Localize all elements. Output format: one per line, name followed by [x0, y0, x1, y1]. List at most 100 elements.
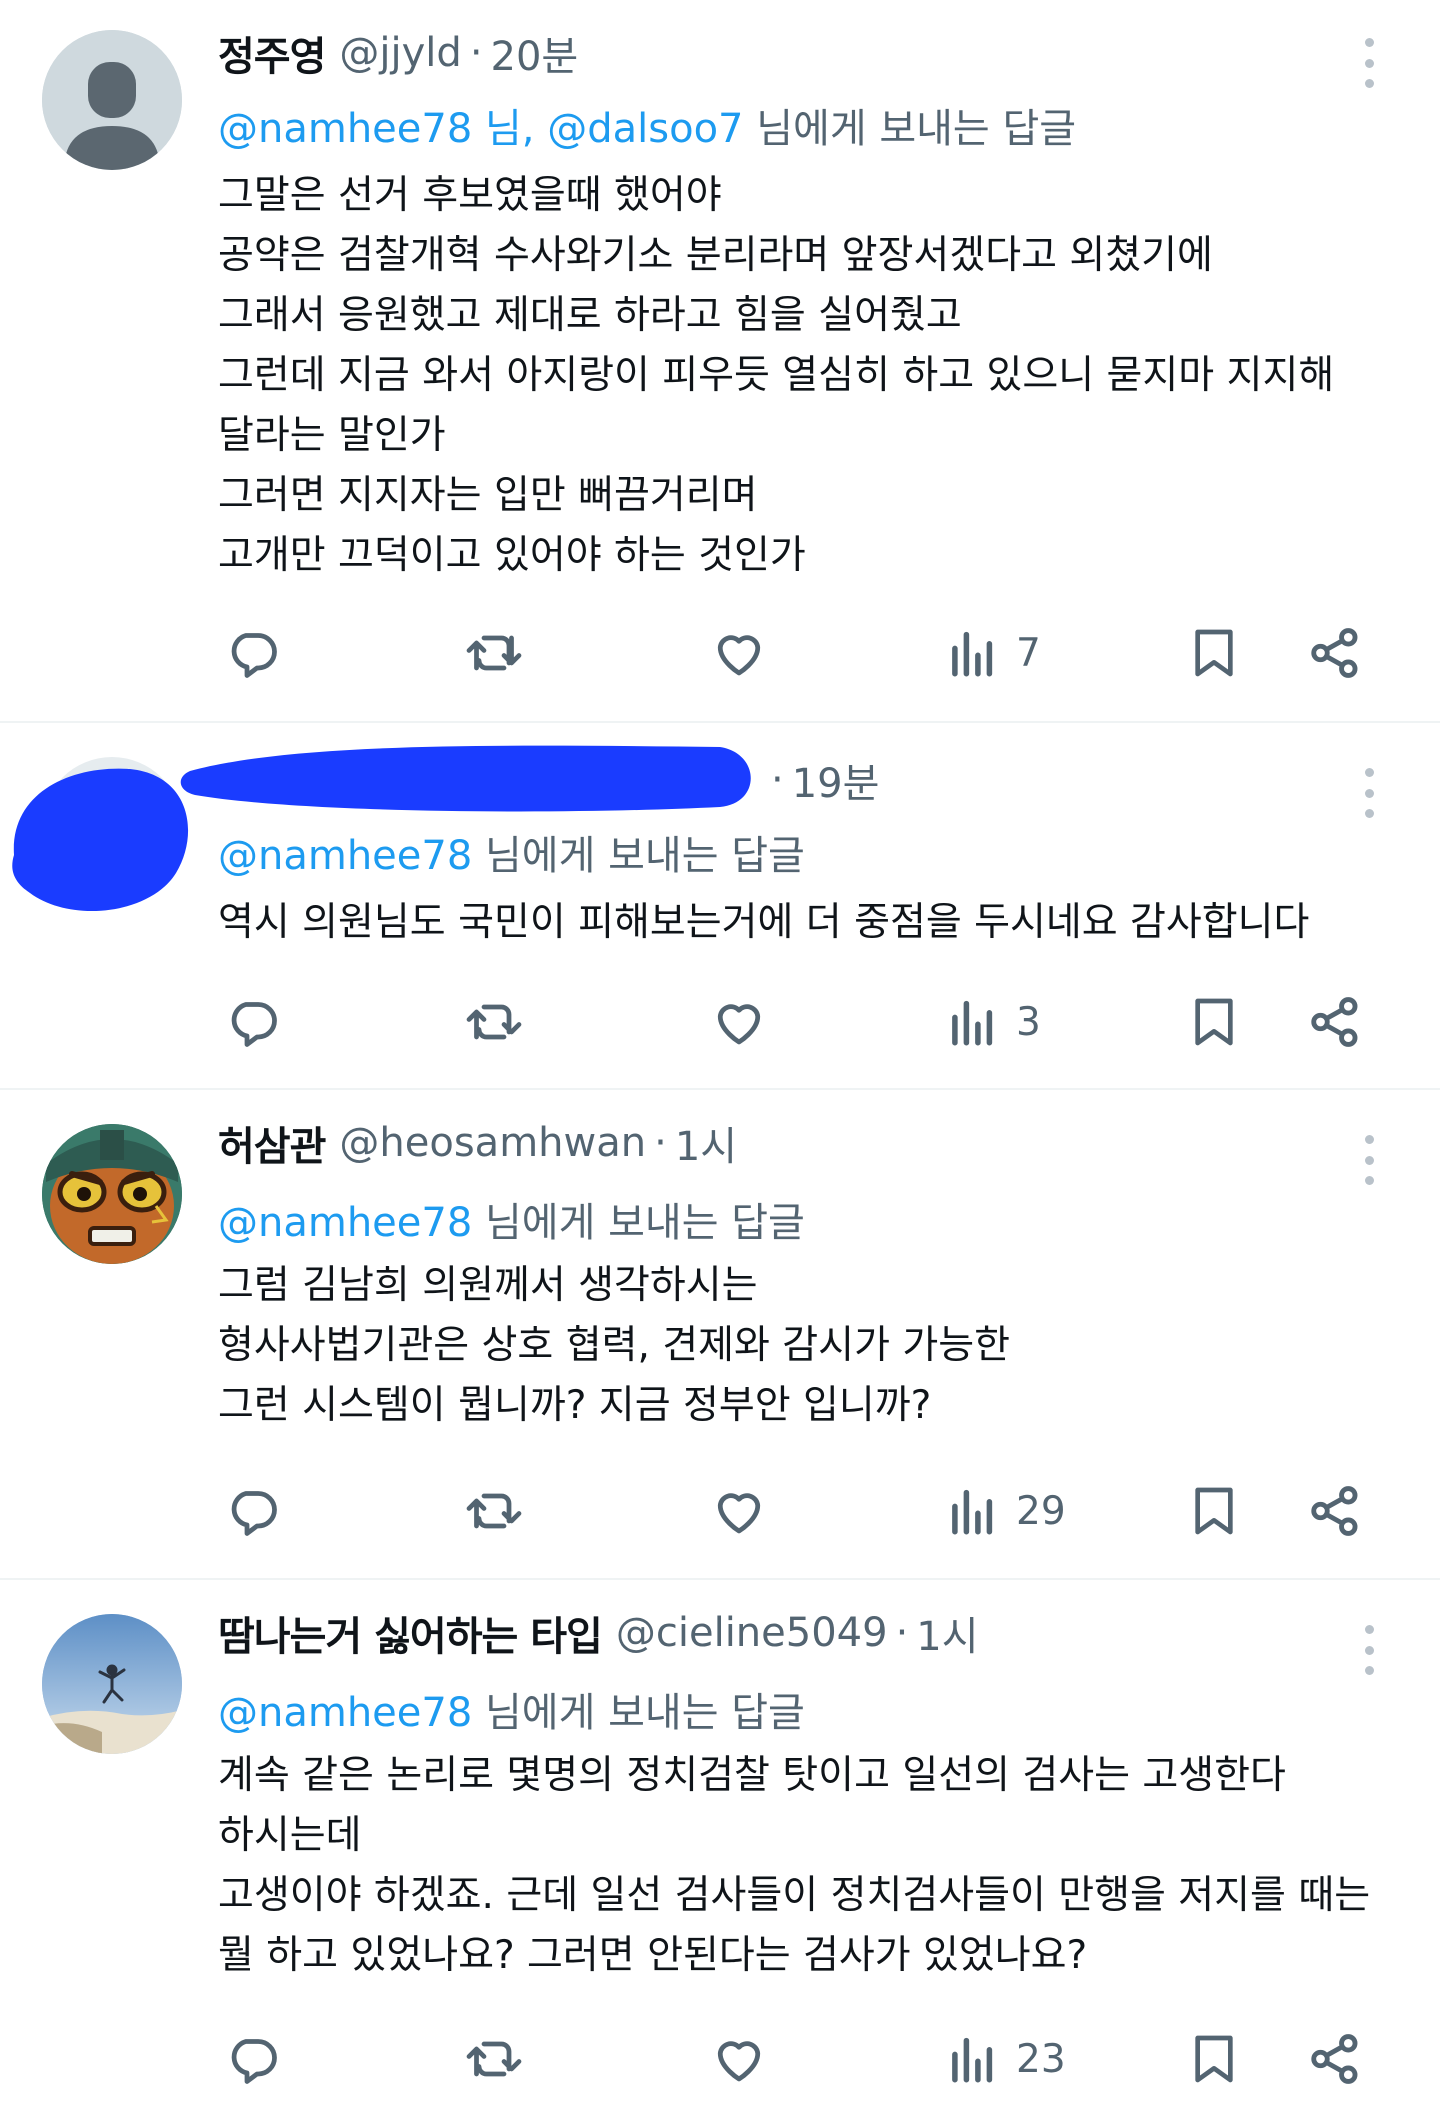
action-bar: 3 — [0, 987, 1440, 1057]
photo-avatar-icon — [42, 1614, 182, 1754]
tweet-text-line: 역시 의원님도 국민이 피해보는거에 더 중점을 두시네요 감사합니다 — [218, 900, 1310, 945]
reply-mention-link[interactable]: @namhee78 — [218, 1690, 472, 1736]
views-count: 7 — [1016, 630, 1041, 676]
user-handle[interactable]: @cieline5049 — [616, 1610, 888, 1656]
views-button[interactable]: 23 — [948, 2024, 1066, 2094]
separator-dot: · — [469, 30, 483, 76]
more-icon[interactable] — [1352, 1625, 1386, 1675]
tweet[interactable]: 허삼관 @heosamhwan · 1시 @namhee78 님에게 보내는 답… — [0, 1090, 1440, 1578]
tweet[interactable]: · 19분 @namhee78 님에게 보내는 답글 역시 의원님도 국민이 피… — [0, 723, 1440, 1088]
reply-to-label: 님에게 보내는 답글 — [472, 833, 805, 879]
reply-context: @namhee78 님에게 보내는 답글 — [218, 823, 805, 881]
tweet-text-line: 계속 같은 논리로 몇명의 정치검찰 탓이고 일선의 검사는 고생한다 — [218, 1753, 1286, 1798]
reply-button[interactable] — [222, 1476, 282, 1546]
more-icon[interactable] — [1352, 1135, 1386, 1185]
tweet-text: 역시 의원님도 국민이 피해보는거에 더 중점을 두시네요 감사합니다 — [218, 893, 1388, 953]
bookmark-icon — [1195, 629, 1233, 677]
bookmark-icon — [1195, 1487, 1233, 1535]
avatar[interactable] — [42, 1614, 182, 1754]
retweet-button[interactable] — [462, 987, 526, 1057]
reply-button[interactable] — [222, 987, 282, 1057]
action-bar: 29 — [0, 1476, 1440, 1546]
tweet[interactable]: 땀나는거 싫어하는 타입 @cieline5049 · 1시 @namhee78… — [0, 1580, 1440, 2102]
tweet-text-line: 그러면 지지자는 입만 뻐끔거리며 — [218, 473, 758, 518]
views-count: 23 — [1016, 2036, 1066, 2082]
share-button[interactable] — [1306, 2024, 1364, 2094]
retweet-icon — [466, 1493, 522, 1529]
views-count: 29 — [1016, 1488, 1066, 1534]
retweet-button[interactable] — [462, 618, 526, 688]
tweet-header: 허삼관 @heosamhwan · 1시 — [218, 1116, 737, 1170]
tweet-text-line: 그래서 응원했고 제대로 하라고 힘을 실어줬고 — [218, 293, 962, 338]
display-name[interactable]: 정주영 — [218, 24, 326, 82]
tweet-text-line: 그런데 지금 와서 아지랑이 피우듯 열심히 하고 있으니 묻지마 지지해 — [218, 353, 1335, 398]
tweet-text-line: 뭘 하고 있었나요? 그러면 안된다는 검사가 있었나요? — [218, 1933, 1088, 1978]
retweet-icon — [466, 2041, 522, 2077]
reply-to-label: 님에게 보내는 답글 — [743, 106, 1077, 152]
separator-dot: · — [895, 1610, 909, 1656]
views-button[interactable]: 3 — [948, 987, 1041, 1057]
reply-mention-link[interactable]: @namhee78 — [218, 833, 472, 879]
views-icon — [952, 1489, 993, 1535]
avatar[interactable] — [42, 30, 182, 170]
more-icon[interactable] — [1352, 768, 1386, 818]
tweet-header: · 19분 — [763, 753, 879, 807]
default-avatar-icon — [42, 30, 182, 170]
reply-icon — [231, 1002, 277, 1047]
reply-context: @namhee78 님에게 보내는 답글 — [218, 1680, 805, 1738]
views-icon — [952, 1000, 993, 1046]
action-bar: 23 — [0, 2024, 1440, 2094]
reply-icon — [231, 2039, 277, 2084]
views-count: 3 — [1016, 999, 1041, 1045]
bookmark-button[interactable] — [1186, 1476, 1242, 1546]
reply-button[interactable] — [222, 618, 282, 688]
like-icon — [717, 1493, 761, 1534]
tweet-header: 정주영 @jjyld · 20분 — [218, 26, 578, 80]
tweet-text-line: 그럼 김남희 의원께서 생각하시는 — [218, 1263, 758, 1308]
timestamp[interactable]: 1시 — [675, 1114, 737, 1172]
share-button[interactable] — [1306, 618, 1364, 688]
timestamp[interactable]: 19분 — [792, 751, 880, 809]
reply-context: @namhee78 님에게 보내는 답글 — [218, 1190, 805, 1248]
bookmark-button[interactable] — [1186, 618, 1242, 688]
reply-context: @namhee78 님, @dalsoo7 님에게 보내는 답글 — [218, 96, 1076, 154]
bookmark-button[interactable] — [1186, 987, 1242, 1057]
avatar[interactable] — [42, 1124, 182, 1264]
display-name[interactable]: 허삼관 — [218, 1114, 326, 1172]
reply-mention-link[interactable]: @namhee78 — [218, 1200, 472, 1246]
tweet-text-line: 그말은 선거 후보였을때 했어야 — [218, 173, 722, 218]
share-button[interactable] — [1306, 1476, 1364, 1546]
reply-mention-link[interactable]: @namhee78 님, @dalsoo7 — [218, 106, 744, 152]
reply-button[interactable] — [222, 2024, 282, 2094]
retweet-button[interactable] — [462, 1476, 526, 1546]
retweet-icon — [466, 1004, 522, 1040]
tweet[interactable]: 정주영 @jjyld · 20분 @namhee78 님, @dalsoo7 님… — [0, 0, 1440, 720]
views-button[interactable]: 7 — [948, 618, 1041, 688]
bookmark-button[interactable] — [1186, 2024, 1242, 2094]
retweet-button[interactable] — [462, 2024, 526, 2094]
timestamp[interactable]: 20분 — [491, 24, 579, 82]
tweet-text-line: 그런 시스템이 뭡니까? 지금 정부안 입니까? — [218, 1383, 932, 1428]
reply-to-label: 님에게 보내는 답글 — [472, 1200, 805, 1246]
share-icon — [1311, 2034, 1358, 2084]
display-name[interactable]: 땀나는거 싫어하는 타입 — [218, 1604, 603, 1662]
share-button[interactable] — [1306, 987, 1364, 1057]
timestamp[interactable]: 1시 — [916, 1604, 978, 1662]
action-bar: 7 — [0, 618, 1440, 688]
reply-icon — [231, 633, 277, 678]
tweet-text-line: 고생이야 하겠죠. 근데 일선 검사들이 정치검사들이 만행을 저지를 때는 — [218, 1873, 1371, 1918]
like-icon — [717, 635, 761, 676]
user-handle[interactable]: @jjyld — [339, 30, 461, 76]
tweet-text-line: 하시는데 — [218, 1813, 362, 1858]
more-icon[interactable] — [1352, 38, 1386, 88]
user-handle[interactable]: @heosamhwan — [339, 1120, 646, 1166]
like-button[interactable] — [708, 2024, 770, 2094]
cartoon-avatar-icon — [42, 1124, 182, 1264]
tweet-text-line: 달라는 말인가 — [218, 413, 446, 458]
like-button[interactable] — [708, 1476, 770, 1546]
bookmark-icon — [1195, 998, 1233, 1046]
views-button[interactable]: 29 — [948, 1476, 1066, 1546]
like-button[interactable] — [708, 618, 770, 688]
like-button[interactable] — [708, 987, 770, 1057]
retweet-icon — [466, 635, 522, 671]
